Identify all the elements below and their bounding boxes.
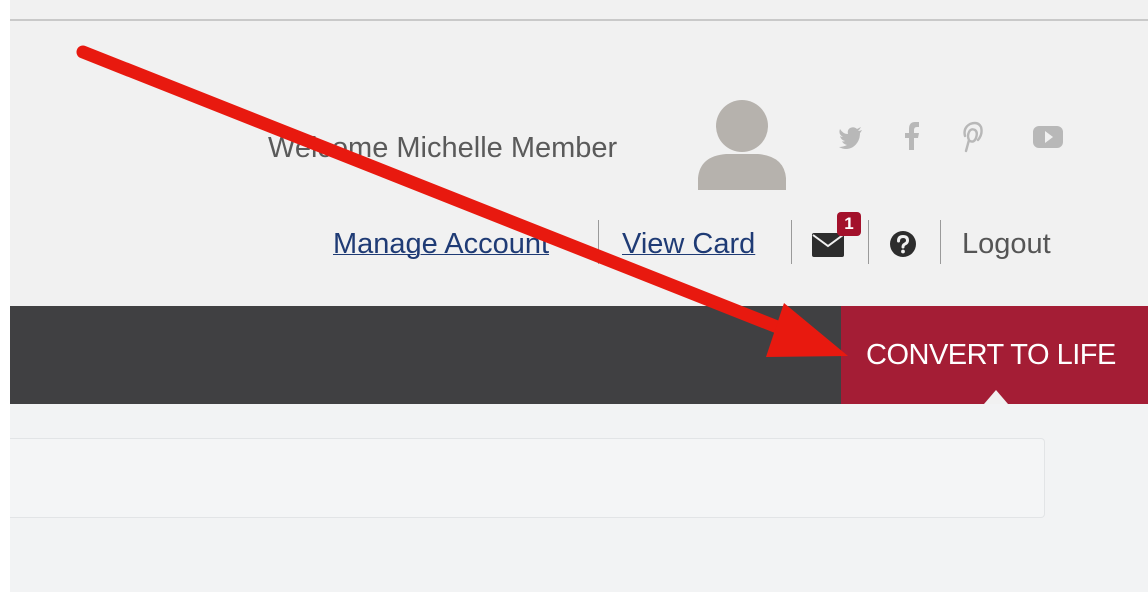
avatar-icon[interactable] bbox=[696, 98, 788, 190]
logout-link[interactable]: Logout bbox=[962, 222, 1051, 266]
link-separator bbox=[598, 220, 599, 264]
link-separator bbox=[791, 220, 792, 264]
content-panel bbox=[10, 438, 1045, 518]
help-icon[interactable] bbox=[889, 230, 917, 258]
view-card-link[interactable]: View Card bbox=[622, 222, 755, 266]
pinterest-icon[interactable] bbox=[958, 118, 984, 154]
link-separator bbox=[940, 220, 941, 264]
page-left-edge bbox=[0, 0, 10, 592]
manage-account-link[interactable]: Manage Account bbox=[333, 222, 549, 266]
welcome-message: Welcome Michelle Member bbox=[268, 132, 618, 164]
twitter-icon[interactable] bbox=[838, 118, 864, 154]
link-separator bbox=[868, 220, 869, 264]
active-nav-caret bbox=[984, 390, 1008, 404]
messages-button[interactable]: 1 bbox=[811, 212, 861, 260]
youtube-icon[interactable] bbox=[1032, 118, 1064, 154]
facebook-icon[interactable] bbox=[903, 118, 921, 154]
messages-badge: 1 bbox=[837, 212, 861, 236]
